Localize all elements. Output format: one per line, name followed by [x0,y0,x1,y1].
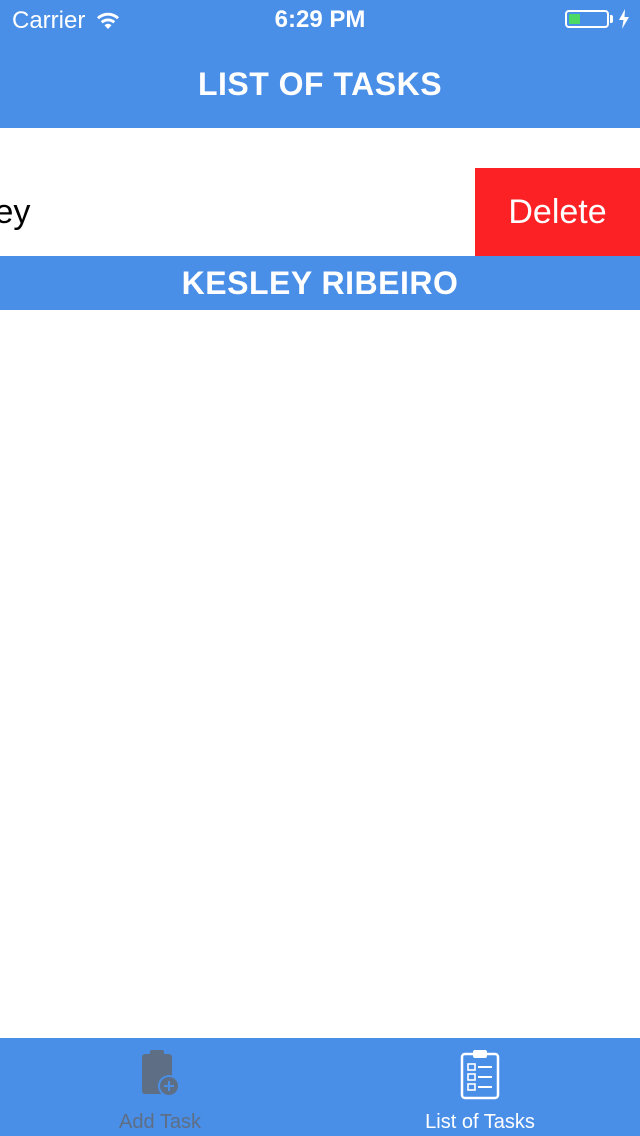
clipboard-add-icon [142,1050,180,1097]
section-footer: KESLEY RIBEIRO [0,256,640,310]
table-row[interactable]: Task Kesley Delete [0,168,640,256]
battery-icon [565,10,609,28]
battery-indicator [565,9,630,29]
charging-bolt-icon [619,9,629,29]
tab-list-of-tasks-label: List of Tasks [425,1111,535,1133]
status-bar: Carrier 6:29 PM [0,0,640,40]
battery-level [569,14,580,24]
battery-nub [610,15,613,23]
top-bar: Carrier 6:29 PM LIST OF TASKS [0,0,640,128]
clipboard-checklist-icon [460,1050,500,1100]
task-label: Task Kesley [0,192,31,231]
tab-add-task-label: Add Task [119,1111,201,1133]
status-time: 6:29 PM [274,6,366,33]
tab-add-task[interactable]: Add Task [0,1038,320,1136]
tab-list-of-tasks[interactable]: List of Tasks [320,1038,640,1136]
screen: Carrier 6:29 PM LIST OF TASKS Task [0,0,640,1136]
page-title: LIST OF TASKS [197,66,443,102]
delete-button[interactable]: Delete [475,168,640,256]
tab-bar: Add Task List of Tasks [0,1038,640,1136]
